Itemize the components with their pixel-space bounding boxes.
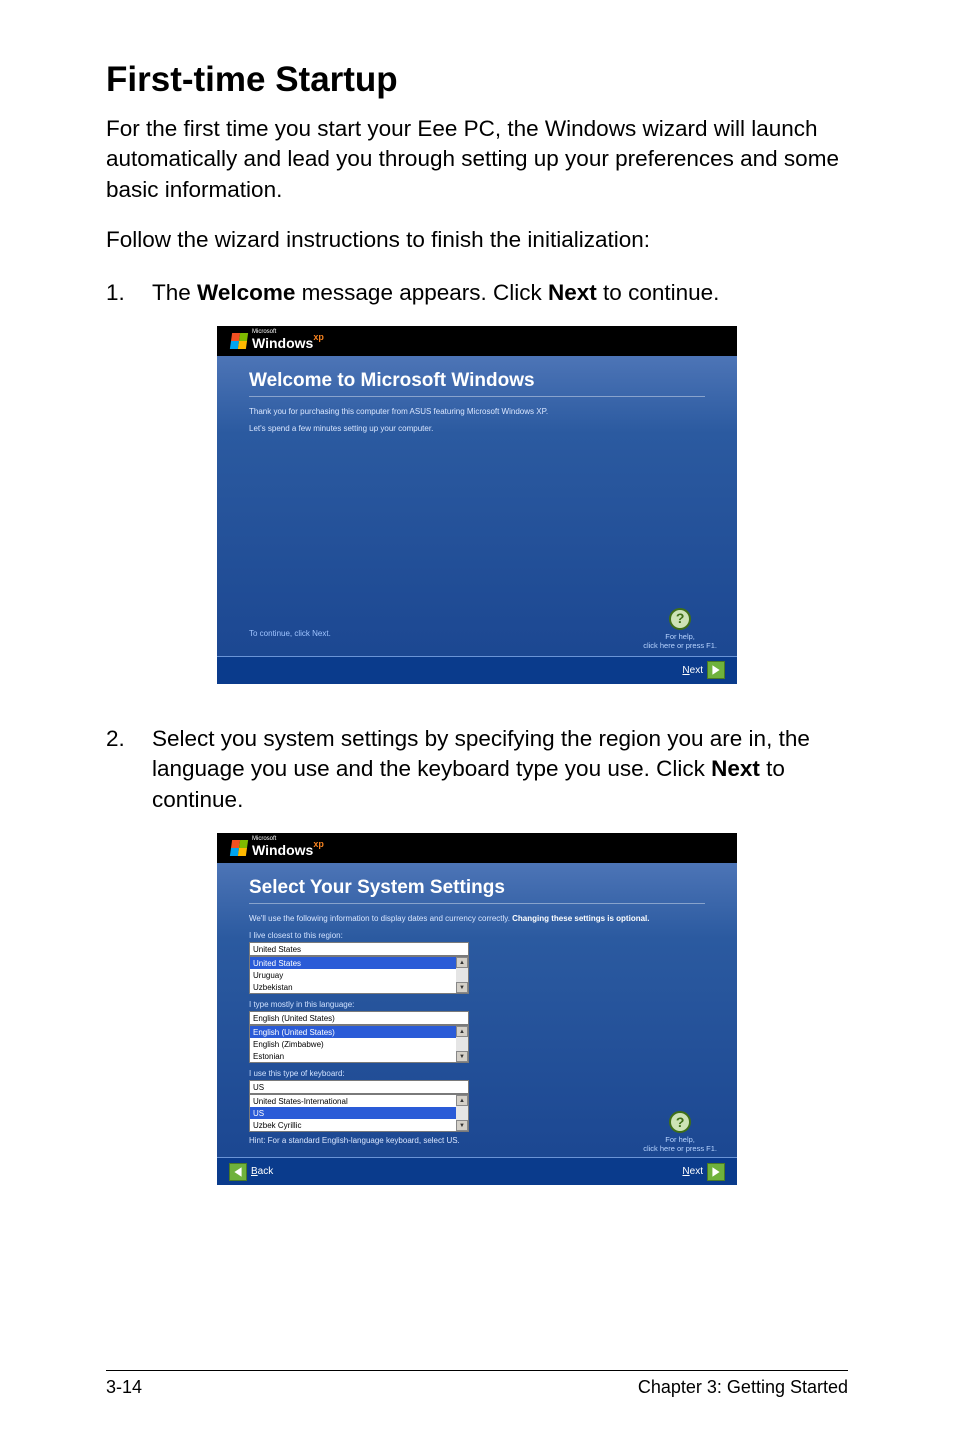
help-icon[interactable]: ? — [669, 608, 691, 630]
page-heading: First-time Startup — [106, 60, 848, 100]
intro-paragraph: For the first time you start your Eee PC… — [106, 114, 848, 205]
list-item[interactable]: Uruguay — [250, 969, 456, 981]
next-button[interactable]: Next — [682, 661, 725, 679]
scroll-up-icon[interactable]: ▲ — [456, 957, 468, 968]
language-listbox[interactable]: English (United States) English (Zimbabw… — [249, 1025, 469, 1063]
screenshot-system-settings: Microsoft Windowsxp Select Your System S… — [217, 833, 737, 1185]
wizard-line-1: We'll use the following information to d… — [249, 914, 705, 923]
list-item[interactable]: United States-International — [250, 1095, 456, 1107]
list-item[interactable]: Uzbekistan — [250, 981, 456, 993]
arrow-right-icon — [707, 661, 725, 679]
keyboard-listbox[interactable]: United States-International US Uzbek Cyr… — [249, 1094, 469, 1132]
scroll-down-icon[interactable]: ▼ — [456, 1120, 468, 1131]
scroll-up-icon[interactable]: ▲ — [456, 1026, 468, 1037]
step-1-number: 1. — [106, 278, 152, 308]
step-2-text: Select you system settings by specifying… — [152, 724, 848, 815]
page-footer: 3-14 Chapter 3: Getting Started — [106, 1370, 848, 1398]
help-icon[interactable]: ? — [669, 1111, 691, 1133]
wizard-title: Welcome to Microsoft Windows — [249, 370, 705, 397]
wizard-line-1: Thank you for purchasing this computer f… — [249, 407, 705, 416]
list-item[interactable]: US — [250, 1107, 456, 1119]
chapter-title: Chapter 3: Getting Started — [638, 1377, 848, 1398]
scrollbar[interactable]: ▲ ▼ — [456, 1026, 468, 1062]
wizard-title: Select Your System Settings — [249, 877, 705, 904]
list-item[interactable]: United States — [250, 957, 456, 969]
step-2: 2. Select you system settings by specify… — [106, 724, 848, 815]
scroll-down-icon[interactable]: ▼ — [456, 982, 468, 993]
wizard-line-2: Let's spend a few minutes setting up you… — [249, 424, 705, 433]
step-2-number: 2. — [106, 724, 152, 815]
scroll-down-icon[interactable]: ▼ — [456, 1051, 468, 1062]
list-item[interactable]: English (United States) — [250, 1026, 456, 1038]
list-item[interactable]: Estonian — [250, 1050, 456, 1062]
instruction-paragraph: Follow the wizard instructions to finish… — [106, 225, 848, 255]
next-button[interactable]: Next — [682, 1163, 725, 1181]
list-item[interactable]: Uzbek Cyrillic — [250, 1119, 456, 1131]
keyboard-hint: Hint: For a standard English-language ke… — [249, 1136, 705, 1145]
titlebar: Microsoft Windowsxp — [217, 833, 737, 863]
titlebar: Microsoft Windowsxp — [217, 326, 737, 356]
windows-flag-icon — [230, 333, 248, 349]
arrow-right-icon — [707, 1163, 725, 1181]
windows-logo: Microsoft Windowsxp — [231, 329, 324, 353]
language-select[interactable]: English (United States) — [249, 1011, 469, 1025]
help-area[interactable]: ? For help, click here or press F1. — [643, 1111, 717, 1153]
screenshot-welcome: Microsoft Windowsxp Welcome to Microsoft… — [217, 326, 737, 684]
help-area[interactable]: ? For help, click here or press F1. — [643, 608, 717, 650]
keyboard-label: I use this type of keyboard: — [249, 1069, 705, 1078]
windows-flag-icon — [230, 840, 248, 856]
back-button[interactable]: Back — [229, 1163, 273, 1181]
step-1-text: The Welcome message appears. Click Next … — [152, 278, 848, 308]
page-number: 3-14 — [106, 1377, 142, 1398]
scrollbar[interactable]: ▲ ▼ — [456, 1095, 468, 1131]
list-item[interactable]: English (Zimbabwe) — [250, 1038, 456, 1050]
arrow-left-icon — [229, 1163, 247, 1181]
scrollbar[interactable]: ▲ ▼ — [456, 957, 468, 993]
windows-logo: Microsoft Windowsxp — [231, 836, 324, 860]
region-select[interactable]: United States — [249, 942, 469, 956]
wizard-nav: Next — [217, 656, 737, 684]
language-label: I type mostly in this language: — [249, 1000, 705, 1009]
wizard-continue-hint: To continue, click Next. — [249, 629, 331, 638]
keyboard-select[interactable]: US — [249, 1080, 469, 1094]
wizard-nav: Back Next — [217, 1157, 737, 1185]
step-1: 1. The Welcome message appears. Click Ne… — [106, 278, 848, 308]
scroll-up-icon[interactable]: ▲ — [456, 1095, 468, 1106]
region-listbox[interactable]: United States Uruguay Uzbekistan ▲ ▼ — [249, 956, 469, 994]
region-label: I live closest to this region: — [249, 931, 705, 940]
